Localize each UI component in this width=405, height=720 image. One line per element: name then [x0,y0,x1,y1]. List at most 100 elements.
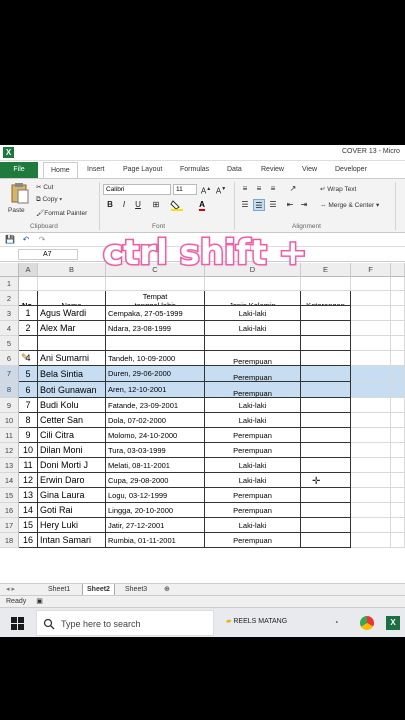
tab-page-layout[interactable]: Page Layout [123,162,162,178]
cell-nama[interactable]: Cetter San [38,413,106,428]
cell-f[interactable] [351,382,391,398]
cell-nama[interactable]: Gina Laura [38,488,106,503]
borders-icon[interactable]: ⊞ [150,199,162,211]
cell-ket[interactable] [301,306,351,321]
cell-g[interactable] [391,503,405,518]
cell-no[interactable]: 10 [19,443,38,458]
cell-f[interactable] [351,336,391,351]
new-sheet-icon[interactable]: ⊕ [160,584,174,595]
cell-f[interactable] [351,306,391,321]
row-header[interactable]: 2 [0,291,19,306]
cell-jk[interactable]: Perempuan [205,533,301,548]
cell-g[interactable] [391,413,405,428]
cell-jk[interactable]: Laki-laki [205,321,301,336]
cell-f[interactable] [351,443,391,458]
cell-ket[interactable] [301,518,351,533]
font-size-select[interactable]: 11 [173,184,197,195]
row-header[interactable]: 10 [0,413,19,428]
cell-f[interactable] [351,458,391,473]
row-header[interactable]: 18 [0,533,19,548]
cell-ttl[interactable]: Duren, 29-06-2000 [106,366,205,382]
cell-g[interactable] [391,398,405,413]
cell-ttl[interactable]: Rumbia, 01-11-2001 [106,533,205,548]
row-header[interactable]: 11 [0,428,19,443]
cell-jk[interactable]: Perempuan [205,488,301,503]
align-bottom-icon[interactable]: ≡ [267,183,279,195]
cell-ttl[interactable]: Tempat tanggal lahir [106,291,205,306]
italic-icon[interactable]: I [118,199,130,211]
underline-icon[interactable]: U [132,199,144,211]
cell-ttl[interactable]: Tura, 03-03-1999 [106,443,205,458]
cell-g[interactable] [391,428,405,443]
cell-f[interactable] [351,428,391,443]
tab-data[interactable]: Data [227,162,242,178]
cell-jk[interactable]: Perempuan [205,428,301,443]
row-header[interactable]: 14 [0,473,19,488]
align-top-icon[interactable]: ≡ [239,183,251,195]
shrink-font-icon[interactable]: A▼ [215,183,227,196]
cell-ttl[interactable] [106,336,205,351]
cell-nama[interactable]: Alex Mar [38,321,106,336]
cell-ttl[interactable]: Cupa, 29-08-2000 [106,473,205,488]
cell-g[interactable] [391,518,405,533]
cell-jk[interactable] [205,277,301,291]
cell-ket[interactable] [301,336,351,351]
cell-f[interactable] [351,277,391,291]
tab-insert[interactable]: Insert [87,162,105,178]
cell-nama[interactable]: Doni Morti J [38,458,106,473]
cell-f[interactable] [351,488,391,503]
cut-button[interactable]: ✂ Cut [36,183,53,191]
row-header[interactable]: 16 [0,503,19,518]
cell-f[interactable] [351,398,391,413]
cell-jk[interactable]: Perempuan [205,382,301,398]
cell-f[interactable] [351,321,391,336]
tab-review[interactable]: Review [261,162,284,178]
tab-formulas[interactable]: Formulas [180,162,209,178]
cell-no[interactable] [19,336,38,351]
cell-ttl[interactable]: Jatir, 27-12-2001 [106,518,205,533]
cell-ttl[interactable]: Melati, 08-11-2001 [106,458,205,473]
cell-f[interactable] [351,518,391,533]
cell-jk[interactable]: Laki-laki [205,413,301,428]
cell-nama[interactable]: Goti Rai [38,503,106,518]
cell-no[interactable]: 9 [19,428,38,443]
align-right-icon[interactable]: ☰ [267,199,279,211]
cell-g[interactable] [391,336,405,351]
cell-no[interactable]: 6 [19,382,38,398]
tab-home[interactable]: Home [43,162,78,178]
cell-ket[interactable] [301,321,351,336]
cell-g[interactable] [391,321,405,336]
cell-nama[interactable] [38,336,106,351]
cell-nama[interactable]: Cili Citra [38,428,106,443]
cell-no[interactable]: 8 [19,413,38,428]
worksheet-grid[interactable]: A B C D E F 1 2 No. Nama Tempat tanggal lahir… [0,263,405,576]
cell-g[interactable] [391,291,405,306]
wrap-text-button[interactable]: ↵ Wrap Text [320,185,356,193]
cell-jk[interactable]: Perempuan [205,443,301,458]
align-middle-icon[interactable]: ≡ [253,183,265,195]
column-header-a[interactable]: A [19,263,38,277]
windows-start-icon[interactable] [11,617,24,630]
font-name-select[interactable]: Calibri [103,184,171,195]
cell-no[interactable]: 16 [19,533,38,548]
row-header[interactable]: 9 [0,398,19,413]
select-all-corner[interactable] [0,263,19,277]
row-header[interactable]: 4 [0,321,19,336]
cell-ket[interactable] [301,382,351,398]
row-header[interactable]: 8 [0,382,19,398]
row-header[interactable]: 13 [0,458,19,473]
cell-jk[interactable] [205,336,301,351]
cell-no[interactable]: 1 [19,306,38,321]
row-header[interactable]: 15 [0,488,19,503]
cell-f[interactable] [351,503,391,518]
cell-nama[interactable]: Ani Sumarni [38,351,106,366]
font-color-icon[interactable]: A [192,199,212,211]
row-header[interactable]: 17 [0,518,19,533]
copy-button[interactable]: ⧉ Copy ▾ [36,196,62,204]
cell-no[interactable]: 11 [19,458,38,473]
cell-no[interactable]: 7 [19,398,38,413]
format-painter-button[interactable]: 🖌Format Painter [36,209,87,217]
cell-g[interactable] [391,443,405,458]
sheet-tab-3[interactable]: Sheet3 [121,584,151,595]
cell-jk[interactable]: Laki-laki [205,306,301,321]
